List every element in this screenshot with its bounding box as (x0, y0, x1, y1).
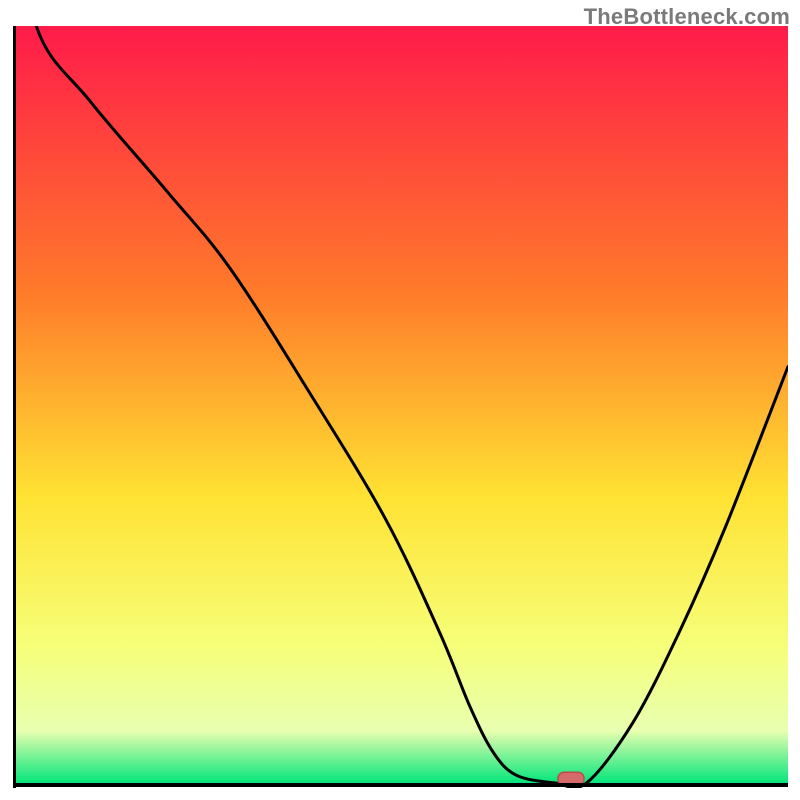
chart-svg (13, 26, 788, 788)
chart-container: TheBottleneck.com (0, 0, 800, 800)
gradient-background (13, 26, 788, 784)
plot-area (13, 26, 788, 788)
